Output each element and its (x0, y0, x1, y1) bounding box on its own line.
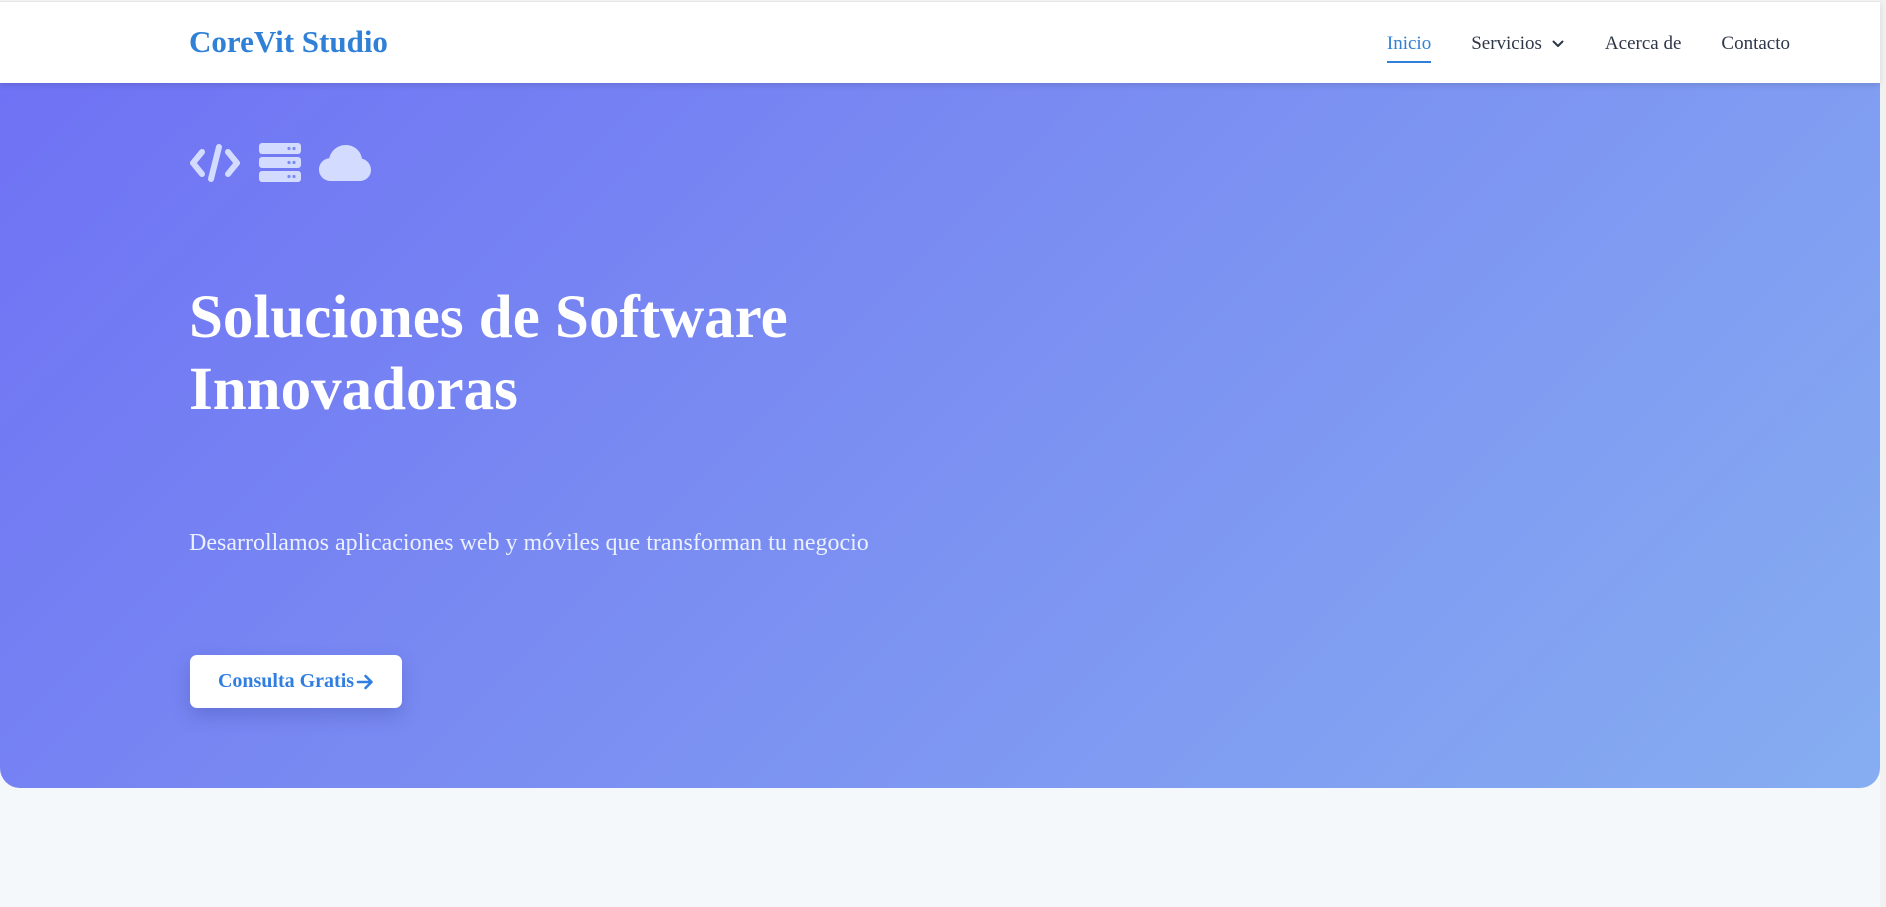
main-nav: Inicio Servicios Acerca de Contacto (1386, 33, 1790, 63)
nav-item-contacto[interactable]: Contacto (1721, 33, 1790, 55)
page: CoreVit Studio Inicio Servicios Acerca d… (0, 0, 1886, 907)
site-header: CoreVit Studio Inicio Servicios Acerca d… (0, 1, 1880, 83)
server-icon (259, 143, 301, 182)
brand-logo[interactable]: CoreVit Studio (189, 24, 388, 60)
chevron-down-icon (1552, 40, 1564, 47)
hero-title: Soluciones de Software Innovadoras (189, 284, 788, 423)
hero-icons (189, 142, 371, 184)
page-scrollbar[interactable] (1880, 0, 1886, 907)
nav-item-label: Contacto (1721, 33, 1790, 54)
nav-item-inicio[interactable]: Inicio (1386, 33, 1432, 63)
nav-item-servicios[interactable]: Servicios (1471, 33, 1565, 55)
nav-item-label: Acerca de (1604, 33, 1682, 54)
nav-item-label: Servicios (1471, 33, 1542, 54)
cloud-icon (319, 145, 371, 181)
hero-section: Soluciones de Software Innovadoras Desar… (0, 82, 1880, 788)
code-icon (190, 144, 240, 182)
consulta-gratis-button[interactable]: Consulta Gratis (190, 655, 402, 708)
nav-item-label: Inicio (1386, 33, 1432, 54)
cta-label: Consulta Gratis (217, 670, 355, 692)
nav-item-acerca-de[interactable]: Acerca de (1605, 33, 1681, 55)
arrow-right-icon (356, 674, 373, 689)
hero-subtitle: Desarrollamos aplicaciones web y móviles… (189, 530, 869, 556)
